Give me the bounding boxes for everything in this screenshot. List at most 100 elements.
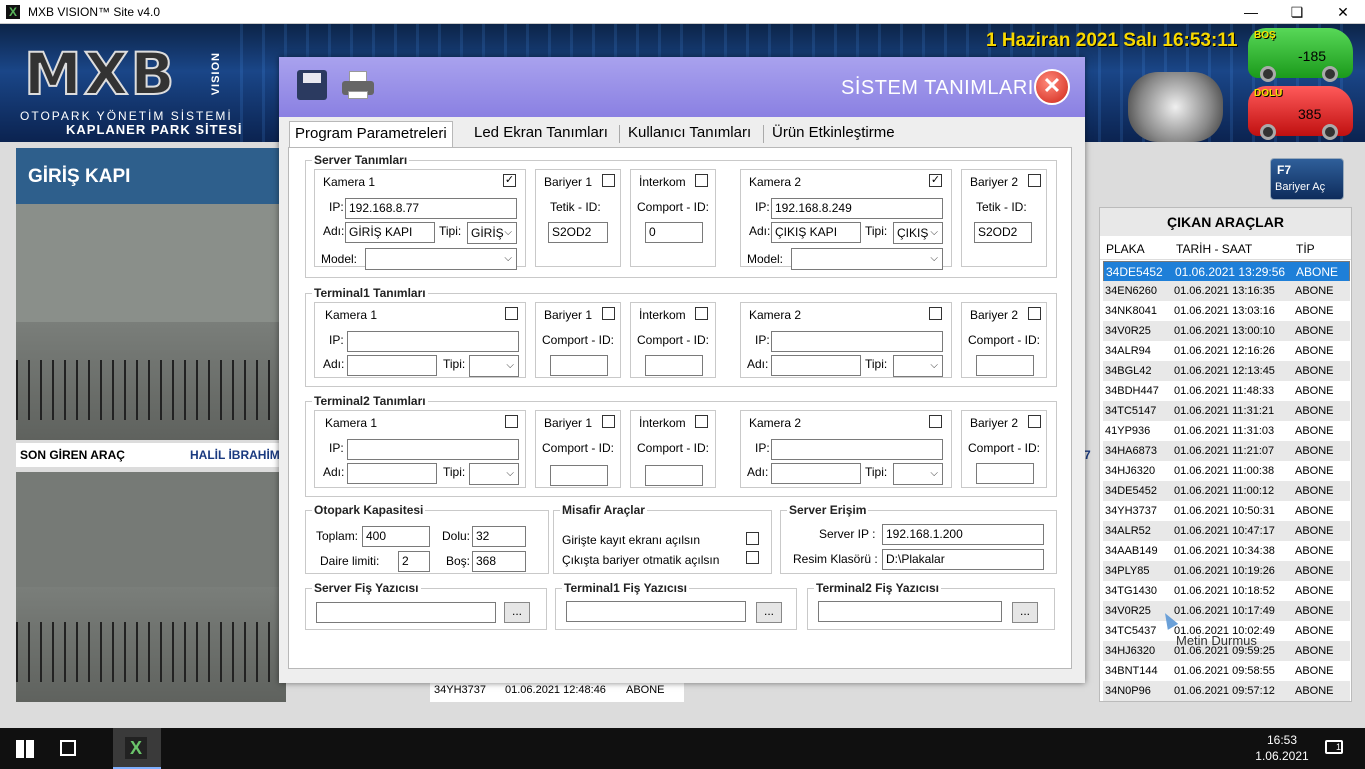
- t1-kamera2-adi-input[interactable]: [771, 355, 861, 376]
- row-plaka: 34EN6260: [1105, 285, 1157, 297]
- t1-interkom-comport-input[interactable]: [645, 355, 703, 376]
- kamera2-tipi-select[interactable]: ÇIKIŞ ⌵: [893, 222, 943, 244]
- exited-vehicle-row[interactable]: 34DE5452 01.06.2021 13:29:56 ABONE: [1103, 261, 1350, 283]
- dolu-input[interactable]: 32: [472, 526, 526, 547]
- t1-bariyer1-comport-input[interactable]: [550, 355, 608, 376]
- open-barrier-button[interactable]: F7 Bariyer Aç: [1270, 158, 1344, 200]
- t1-kamera2-ip-input[interactable]: [771, 331, 943, 352]
- t2-kamera2-ip-input[interactable]: [771, 439, 943, 460]
- interkom-checkbox[interactable]: [695, 174, 708, 187]
- task-view-icon[interactable]: [60, 740, 76, 756]
- tab-led-ekran[interactable]: Led Ekran Tanımları: [469, 121, 613, 147]
- terminal1-printer-input[interactable]: [566, 601, 746, 622]
- exited-vehicle-row[interactable]: 34AAB149 01.06.2021 10:34:38 ABONE: [1103, 541, 1350, 561]
- row-plaka: 34BGL42: [1105, 365, 1152, 377]
- exited-vehicle-row[interactable]: 41YP936 01.06.2021 11:31:03 ABONE: [1103, 421, 1350, 441]
- t2-interkom-checkbox[interactable]: [695, 415, 708, 428]
- kamera2-adi-input[interactable]: ÇIKIŞ KAPI: [771, 222, 861, 243]
- exited-vehicle-row[interactable]: 34HA6873 01.06.2021 11:21:07 ABONE: [1103, 441, 1350, 461]
- kamera2-model-select[interactable]: ⌵: [791, 248, 943, 270]
- taskbar-clock[interactable]: 16:53 1.06.2021: [1252, 732, 1312, 764]
- exited-vehicle-row[interactable]: 34EN6260 01.06.2021 13:16:35 ABONE: [1103, 281, 1350, 301]
- t2-bariyer1-comport-input[interactable]: [550, 465, 608, 486]
- kamera2-checkbox[interactable]: ✓: [929, 174, 942, 187]
- taskbar-app-mxb[interactable]: X: [113, 728, 161, 769]
- col-tip[interactable]: TİP: [1296, 242, 1315, 256]
- daire-limiti-input[interactable]: 2: [398, 551, 430, 572]
- col-tarih[interactable]: TARİH - SAAT: [1176, 242, 1252, 256]
- kamera1-checkbox[interactable]: ✓: [503, 174, 516, 187]
- t1-kamera2-tipi-select[interactable]: ⌵: [893, 355, 943, 377]
- exited-vehicle-row[interactable]: 34V0R25 01.06.2021 13:00:10 ABONE: [1103, 321, 1350, 341]
- kamera1-tipi-select[interactable]: GİRİŞ ⌵: [467, 222, 517, 244]
- t2-kamera2-checkbox[interactable]: [929, 415, 942, 428]
- server-printer-browse-button[interactable]: ...: [504, 602, 530, 623]
- exited-vehicle-row[interactable]: 34NK8041 01.06.2021 13:03:16 ABONE: [1103, 301, 1350, 321]
- toplam-input[interactable]: 400: [362, 526, 430, 547]
- t1-kamera1-tipi-select[interactable]: ⌵: [469, 355, 519, 377]
- notification-icon[interactable]: 1: [1325, 740, 1343, 754]
- kamera1-model-select[interactable]: ⌵: [365, 248, 517, 270]
- print-icon[interactable]: [342, 71, 374, 99]
- terminal2-printer-browse-button[interactable]: ...: [1012, 602, 1038, 623]
- exited-vehicle-row[interactable]: 34BNT144 01.06.2021 09:58:55 ABONE: [1103, 661, 1350, 681]
- t1-bariyer2-comport-input[interactable]: [976, 355, 1034, 376]
- tab-program-parametreleri[interactable]: Program Parametreleri: [289, 121, 453, 148]
- kamera2-ip-input[interactable]: 192.168.8.249: [771, 198, 943, 219]
- terminal1-printer-browse-button[interactable]: ...: [756, 602, 782, 623]
- exited-vehicle-row[interactable]: 34YH3737 01.06.2021 10:50:31 ABONE: [1103, 501, 1350, 521]
- t2-bariyer2-checkbox[interactable]: [1028, 415, 1041, 428]
- t2-kamera1-adi-input[interactable]: [347, 463, 437, 484]
- tab-kullanici[interactable]: Kullanıcı Tanımları: [623, 121, 756, 147]
- t2-bariyer2-comport-input[interactable]: [976, 463, 1034, 484]
- t2-kamera1-checkbox[interactable]: [505, 415, 518, 428]
- t1-kamera1-checkbox[interactable]: [505, 307, 518, 320]
- t1-kamera1-adi-input[interactable]: [347, 355, 437, 376]
- close-window-button[interactable]: ✕: [1320, 0, 1365, 24]
- interkom-comport-input[interactable]: 0: [645, 222, 703, 243]
- guest-opt2-checkbox[interactable]: [746, 551, 759, 564]
- bariyer1-tetik-input[interactable]: S2OD2: [548, 222, 608, 243]
- exited-vehicle-row[interactable]: 34TG1430 01.06.2021 10:18:52 ABONE: [1103, 581, 1350, 601]
- windows-start-icon[interactable]: [16, 740, 34, 758]
- exited-vehicle-row[interactable]: 34V0R25 01.06.2021 10:17:49 ABONE: [1103, 601, 1350, 621]
- entered-vehicle-row[interactable]: 34YH3737 01.06.2021 12:48:46 ABONE: [430, 680, 684, 702]
- t2-bariyer1-checkbox[interactable]: [602, 415, 615, 428]
- bos-input[interactable]: 368: [472, 551, 526, 572]
- exited-vehicle-row[interactable]: 34BGL42 01.06.2021 12:13:45 ABONE: [1103, 361, 1350, 381]
- t1-bariyer1-checkbox[interactable]: [602, 307, 615, 320]
- t1-kamera1-ip-input[interactable]: [347, 331, 519, 352]
- t2-interkom-comport-input[interactable]: [645, 465, 703, 486]
- exited-vehicle-row[interactable]: 34BDH447 01.06.2021 11:48:33 ABONE: [1103, 381, 1350, 401]
- t1-bariyer2-checkbox[interactable]: [1028, 307, 1041, 320]
- t2-kamera2-adi-input[interactable]: [771, 463, 861, 484]
- t2-kamera1-tipi-select[interactable]: ⌵: [469, 463, 519, 485]
- dialog-close-button[interactable]: ✕: [1034, 69, 1070, 105]
- bariyer2-tetik-input[interactable]: S2OD2: [974, 222, 1032, 243]
- t1-interkom-checkbox[interactable]: [695, 307, 708, 320]
- exited-vehicle-row[interactable]: 34ALR52 01.06.2021 10:47:17 ABONE: [1103, 521, 1350, 541]
- terminal2-printer-input[interactable]: [818, 601, 1002, 622]
- exited-vehicle-row[interactable]: 34PLY85 01.06.2021 10:19:26 ABONE: [1103, 561, 1350, 581]
- maximize-button[interactable]: ❏: [1274, 0, 1320, 24]
- exited-vehicle-row[interactable]: 34TC5147 01.06.2021 11:31:21 ABONE: [1103, 401, 1350, 421]
- exited-vehicle-row[interactable]: 34DE5452 01.06.2021 11:00:12 ABONE: [1103, 481, 1350, 501]
- minimize-button[interactable]: —: [1228, 0, 1274, 24]
- server-printer-input[interactable]: [316, 602, 496, 623]
- bariyer2-checkbox[interactable]: [1028, 174, 1041, 187]
- exited-vehicle-row[interactable]: 34ALR94 01.06.2021 12:16:26 ABONE: [1103, 341, 1350, 361]
- t1-kamera2-checkbox[interactable]: [929, 307, 942, 320]
- col-plaka[interactable]: PLAKA: [1106, 242, 1145, 256]
- guest-opt1-checkbox[interactable]: [746, 532, 759, 545]
- t2-kamera1-ip-input[interactable]: [347, 439, 519, 460]
- kamera1-adi-input[interactable]: GİRİŞ KAPI: [345, 222, 435, 243]
- kamera1-ip-input[interactable]: 192.168.8.77: [345, 198, 517, 219]
- exited-vehicle-row[interactable]: 34HJ6320 01.06.2021 11:00:38 ABONE: [1103, 461, 1350, 481]
- exited-vehicle-row[interactable]: 34N0P96 01.06.2021 09:57:12 ABONE: [1103, 681, 1350, 701]
- server-ip-input[interactable]: 192.168.1.200: [882, 524, 1044, 545]
- bariyer1-checkbox[interactable]: [602, 174, 615, 187]
- t2-kamera2-tipi-select[interactable]: ⌵: [893, 463, 943, 485]
- tab-urun-etkinlestirme[interactable]: Ürün Etkinleştirme: [767, 121, 900, 147]
- save-icon[interactable]: [297, 70, 327, 100]
- image-folder-input[interactable]: D:\Plakalar: [882, 549, 1044, 570]
